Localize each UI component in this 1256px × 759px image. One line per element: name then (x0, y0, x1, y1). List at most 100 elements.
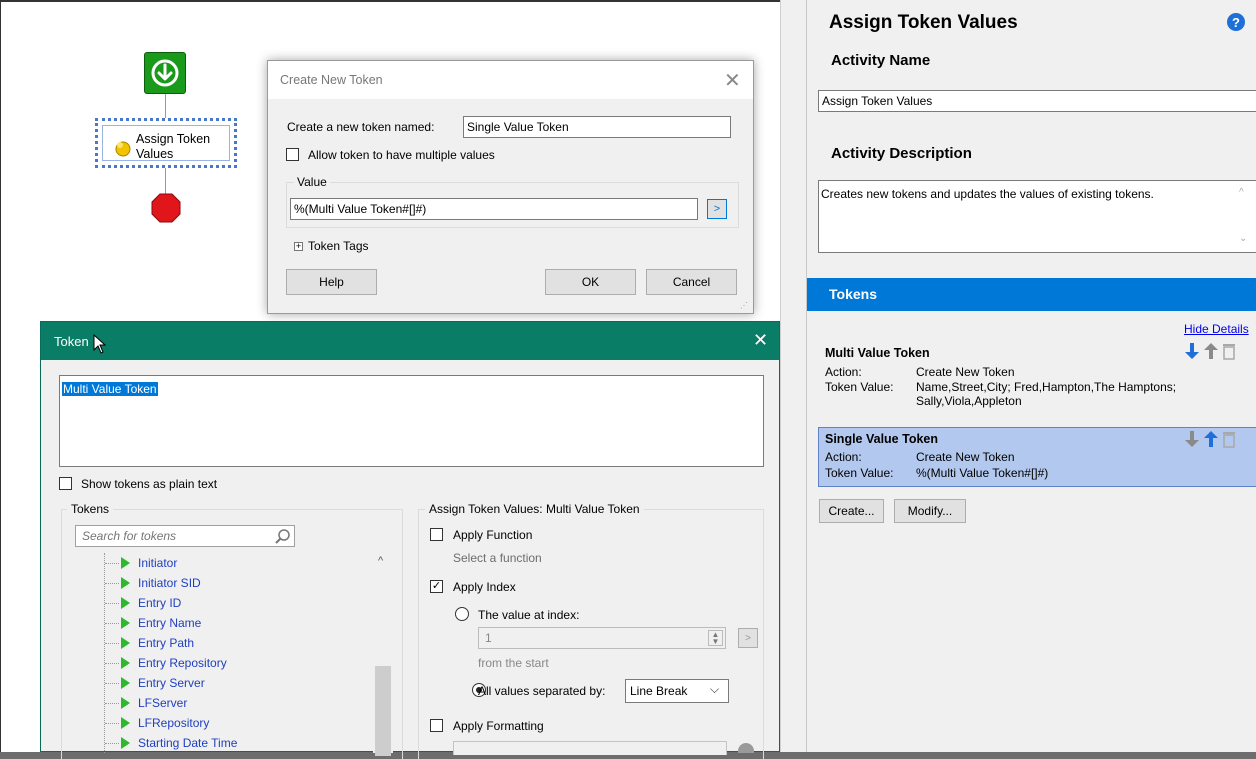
activity-name-input[interactable] (818, 90, 1256, 112)
token-dialog-title: Token (54, 334, 89, 349)
token-tree[interactable]: Initiator Initiator SID Entry ID Entry N… (83, 553, 383, 753)
tree-item-entry-name[interactable]: Entry Name (105, 613, 365, 633)
delete-trash-icon[interactable] (1222, 430, 1236, 448)
start-node[interactable] (144, 52, 186, 94)
apply-index-checkbox[interactable]: ✓ (430, 580, 443, 593)
scrollbar-thumb[interactable] (375, 666, 391, 756)
editor-selected-token[interactable]: Multi Value Token (62, 382, 158, 396)
all-values-separated-label: All values separated by: (478, 684, 606, 698)
properties-panel: Assign Token Values ? Activity Name Acti… (806, 0, 1256, 752)
token-search-box[interactable] (75, 525, 295, 547)
canvas-gutter (780, 0, 806, 752)
scroll-up-icon[interactable]: ^ (378, 555, 383, 567)
tree-item-lfrepository[interactable]: LFRepository (105, 713, 365, 733)
close-icon[interactable]: ✕ (753, 330, 768, 351)
token-entry-single-value[interactable]: Single Value Token Action: Create New To… (818, 427, 1256, 487)
stop-node-icon[interactable] (150, 192, 182, 224)
value-group-label: Value (294, 175, 330, 189)
value-input[interactable] (290, 198, 698, 220)
tree-item-entry-server[interactable]: Entry Server (105, 673, 365, 693)
allow-multiple-checkbox[interactable] (286, 148, 299, 161)
activity-description-text: Creates new tokens and updates the value… (821, 187, 1154, 201)
tree-item-initiator-sid[interactable]: Initiator SID (105, 573, 365, 593)
mouse-cursor-icon (93, 334, 107, 354)
token-value-line1: %(Multi Value Token#[]#) (916, 466, 1049, 480)
token-arrow-icon (121, 637, 130, 649)
search-icon[interactable] (274, 528, 292, 546)
resize-grip-icon[interactable]: ⋰ (740, 301, 748, 310)
tree-scrollbar[interactable]: ^ (373, 553, 393, 756)
tree-item-lfserver[interactable]: LFServer (105, 693, 365, 713)
token-action-value: Create New Token (916, 365, 1015, 379)
token-search-input[interactable] (76, 526, 266, 546)
scroll-down-icon[interactable]: ⌄ (1239, 233, 1247, 244)
move-down-icon[interactable] (1184, 342, 1200, 360)
modify-button[interactable]: Modify... (894, 499, 966, 523)
activity-label-line2: Values (136, 147, 174, 161)
move-up-icon[interactable] (1203, 342, 1219, 360)
token-arrow-icon (121, 657, 130, 669)
show-plain-text-label: Show tokens as plain text (81, 477, 218, 491)
token-value-label: Token Value: (825, 380, 894, 394)
token-action-label: Action: (825, 365, 862, 379)
create-button[interactable]: Create... (819, 499, 884, 523)
apply-function-checkbox[interactable] (430, 528, 443, 541)
tree-item-initiator[interactable]: Initiator (105, 553, 365, 573)
token-tags-label: Token Tags (308, 239, 369, 253)
close-icon[interactable]: ✕ (724, 68, 741, 93)
activity-node-assign-token-values[interactable]: Assign Token Values (95, 118, 237, 168)
token-tags-expander[interactable]: + Token Tags (294, 239, 369, 253)
tree-item-entry-path[interactable]: Entry Path (105, 633, 365, 653)
token-name: Single Value Token (825, 432, 938, 446)
token-name-label: Create a new token named: (287, 120, 435, 134)
separator-value: Line Break (630, 684, 688, 698)
token-value-line1: Name,Street,City; Fred,Hampton,The Hampt… (916, 380, 1177, 394)
tokens-group-label: Tokens (67, 502, 114, 516)
token-dialog: Token ✕ Multi Value Token Show tokens as… (40, 321, 780, 759)
token-arrow-icon (121, 737, 130, 749)
assign-values-group-label: Assign Token Values: Multi Value Token (425, 502, 644, 516)
formatting-input[interactable] (453, 741, 727, 755)
hide-details-link[interactable]: Hide Details (1184, 322, 1249, 336)
stepper-arrows-icon[interactable]: ▲ ▼ (708, 630, 723, 646)
panel-title: Assign Token Values (829, 12, 1018, 33)
token-arrow-icon (121, 617, 130, 629)
token-editor-textarea[interactable]: Multi Value Token (59, 375, 764, 467)
value-at-index-radio[interactable] (455, 607, 469, 621)
tokens-section-header: Tokens (807, 278, 1256, 311)
help-button[interactable]: Help (286, 269, 377, 295)
scroll-up-icon[interactable]: ^ (1239, 187, 1244, 198)
cancel-button[interactable]: Cancel (646, 269, 737, 295)
value-at-index-label: The value at index: (478, 608, 580, 622)
index-token-button[interactable]: > (738, 628, 758, 648)
token-entry-multi-value[interactable]: Multi Value Token Action: Create New Tok… (818, 340, 1256, 420)
delete-trash-icon[interactable] (1222, 342, 1236, 360)
index-stepper[interactable]: 1 ▲ ▼ (478, 627, 726, 649)
tree-item-entry-repository[interactable]: Entry Repository (105, 653, 365, 673)
tree-item-starting-date-time[interactable]: Starting Date Time (105, 733, 365, 753)
token-arrow-icon (121, 577, 130, 589)
apply-formatting-checkbox[interactable] (430, 719, 443, 732)
token-name: Multi Value Token (825, 346, 930, 360)
token-arrow-icon (121, 717, 130, 729)
activity-description-textarea[interactable]: Creates new tokens and updates the value… (818, 180, 1256, 253)
token-value-label: Token Value: (825, 466, 894, 480)
token-action-label: Action: (825, 450, 862, 464)
insert-token-button[interactable]: > (707, 199, 727, 219)
show-plain-text-checkbox[interactable] (59, 477, 72, 490)
move-down-icon[interactable] (1184, 430, 1200, 448)
ok-button[interactable]: OK (545, 269, 636, 295)
token-name-input[interactable] (463, 116, 731, 138)
connector-line (165, 94, 166, 118)
token-value-line2: Sally,Viola,Appleton (916, 394, 1022, 408)
index-value: 1 (485, 631, 492, 645)
help-icon[interactable]: ? (1227, 13, 1245, 31)
separator-select[interactable]: Line Break ⌵ (625, 679, 729, 703)
activity-name-heading: Activity Name (831, 52, 931, 69)
move-up-icon[interactable] (1203, 430, 1219, 448)
create-new-token-dialog: Create New Token ✕ Create a new token na… (267, 60, 754, 314)
select-function-label: Select a function (453, 551, 542, 565)
download-arrow-icon (151, 59, 179, 87)
tree-item-entry-id[interactable]: Entry ID (105, 593, 365, 613)
coin-token-icon (115, 141, 131, 157)
